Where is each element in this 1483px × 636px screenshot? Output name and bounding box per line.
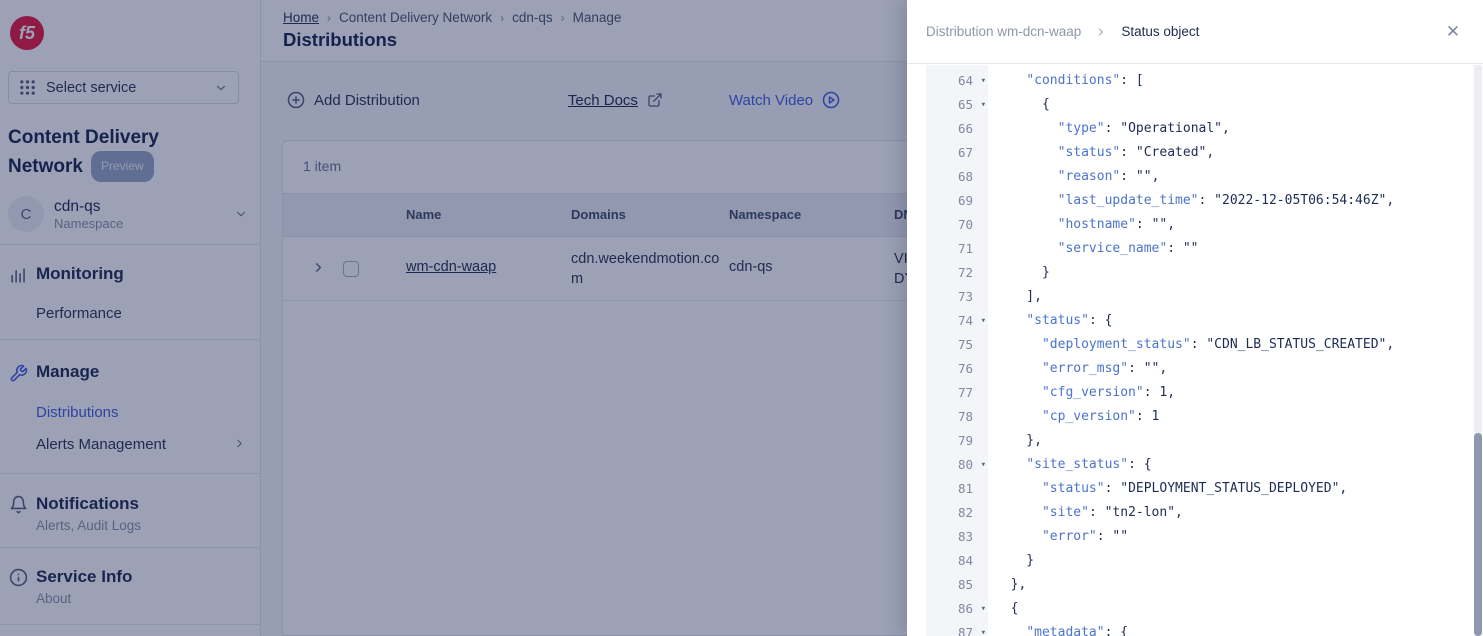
line-number: 64▾ [926, 69, 988, 93]
code-line: 86▾ { [926, 597, 1473, 621]
fold-toggle-icon[interactable]: ▾ [981, 453, 986, 477]
code-text: "error": "" [988, 525, 1128, 549]
line-number: 70 [926, 213, 988, 237]
code-text: } [988, 549, 1034, 573]
code-text: "conditions": [ [988, 69, 1144, 93]
fold-toggle-icon[interactable]: ▾ [981, 69, 986, 93]
app-root: f5 Select service Content Delivery Netwo… [0, 0, 1483, 636]
code-line: 71 "service_name": "" [926, 237, 1473, 261]
line-number: 83 [926, 525, 988, 549]
line-number: 69 [926, 189, 988, 213]
line-number: 87▾ [926, 621, 988, 636]
panel-title: Status object [1121, 24, 1199, 39]
code-text: "status": "DEPLOYMENT_STATUS_DEPLOYED", [988, 477, 1347, 501]
code-line: 84 } [926, 549, 1473, 573]
code-text: "cp_version": 1 [988, 405, 1159, 429]
line-number: 81 [926, 477, 988, 501]
line-number: 65▾ [926, 93, 988, 117]
code-line: 83 "error": "" [926, 525, 1473, 549]
line-number: 80▾ [926, 453, 988, 477]
code-line: 77 "cfg_version": 1, [926, 381, 1473, 405]
line-number: 79 [926, 429, 988, 453]
chevron-right-icon [1095, 26, 1107, 38]
line-number: 78 [926, 405, 988, 429]
line-number: 85 [926, 573, 988, 597]
code-line: 74▾ "status": { [926, 309, 1473, 333]
code-text: { [988, 93, 1050, 117]
code-line: 67 "status": "Created", [926, 141, 1473, 165]
line-number: 73 [926, 285, 988, 309]
code-line: 82 "site": "tn2-lon", [926, 501, 1473, 525]
line-number: 66 [926, 117, 988, 141]
close-icon[interactable]: ✕ [1443, 22, 1463, 42]
code-line: 81 "status": "DEPLOYMENT_STATUS_DEPLOYED… [926, 477, 1473, 501]
code-text: "metadata": { [988, 621, 1128, 636]
code-line: 70 "hostname": "", [926, 213, 1473, 237]
status-object-panel: Distribution wm-dcn-waap Status object ✕… [907, 0, 1483, 636]
code-text: }, [988, 573, 1026, 597]
line-number: 68 [926, 165, 988, 189]
code-text: "last_update_time": "2022-12-05T06:54:46… [988, 189, 1394, 213]
fold-toggle-icon[interactable]: ▾ [981, 309, 986, 333]
code-line: 64▾ "conditions": [ [926, 69, 1473, 93]
code-text: "cfg_version": 1, [988, 381, 1175, 405]
code-line: 65▾ { [926, 93, 1473, 117]
code-text: "reason": "", [988, 165, 1159, 189]
code-text: "service_name": "" [988, 237, 1199, 261]
code-line: 87▾ "metadata": { [926, 621, 1473, 636]
code-text: "status": "Created", [988, 141, 1214, 165]
code-line: 66 "type": "Operational", [926, 117, 1473, 141]
line-number: 77 [926, 381, 988, 405]
code-text: "site": "tn2-lon", [988, 501, 1183, 525]
code-line: 78 "cp_version": 1 [926, 405, 1473, 429]
code-text: "status": { [988, 309, 1112, 333]
code-line: 85 }, [926, 573, 1473, 597]
line-number: 71 [926, 237, 988, 261]
line-number: 84 [926, 549, 988, 573]
code-text: } [988, 261, 1050, 285]
code-line: 80▾ "site_status": { [926, 453, 1473, 477]
code-text: "deployment_status": "CDN_LB_STATUS_CREA… [988, 333, 1394, 357]
code-text: "site_status": { [988, 453, 1152, 477]
code-text: "type": "Operational", [988, 117, 1230, 141]
line-number: 72 [926, 261, 988, 285]
line-number: 76 [926, 357, 988, 381]
code-line: 68 "reason": "", [926, 165, 1473, 189]
code-line: 76 "error_msg": "", [926, 357, 1473, 381]
code-line: 75 "deployment_status": "CDN_LB_STATUS_C… [926, 333, 1473, 357]
panel-breadcrumb[interactable]: Distribution wm-dcn-waap [926, 24, 1081, 39]
code-text: "hostname": "", [988, 213, 1175, 237]
json-code: 64▾ "conditions": [65▾ {66 "type": "Oper… [926, 69, 1473, 636]
code-line: 79 }, [926, 429, 1473, 453]
panel-header: Distribution wm-dcn-waap Status object ✕ [907, 0, 1483, 64]
line-number: 86▾ [926, 597, 988, 621]
line-number: 67 [926, 141, 988, 165]
line-number: 75 [926, 333, 988, 357]
fold-toggle-icon[interactable]: ▾ [981, 621, 986, 636]
fold-toggle-icon[interactable]: ▾ [981, 93, 986, 117]
code-text: { [988, 597, 1018, 621]
code-line: 72 } [926, 261, 1473, 285]
fold-toggle-icon[interactable]: ▾ [981, 597, 986, 621]
line-number: 82 [926, 501, 988, 525]
panel-scrollbar-thumb[interactable] [1474, 433, 1482, 636]
code-line: 73 ], [926, 285, 1473, 309]
code-text: "error_msg": "", [988, 357, 1167, 381]
code-line: 69 "last_update_time": "2022-12-05T06:54… [926, 189, 1473, 213]
line-number: 74▾ [926, 309, 988, 333]
code-text: }, [988, 429, 1042, 453]
code-text: ], [988, 285, 1042, 309]
